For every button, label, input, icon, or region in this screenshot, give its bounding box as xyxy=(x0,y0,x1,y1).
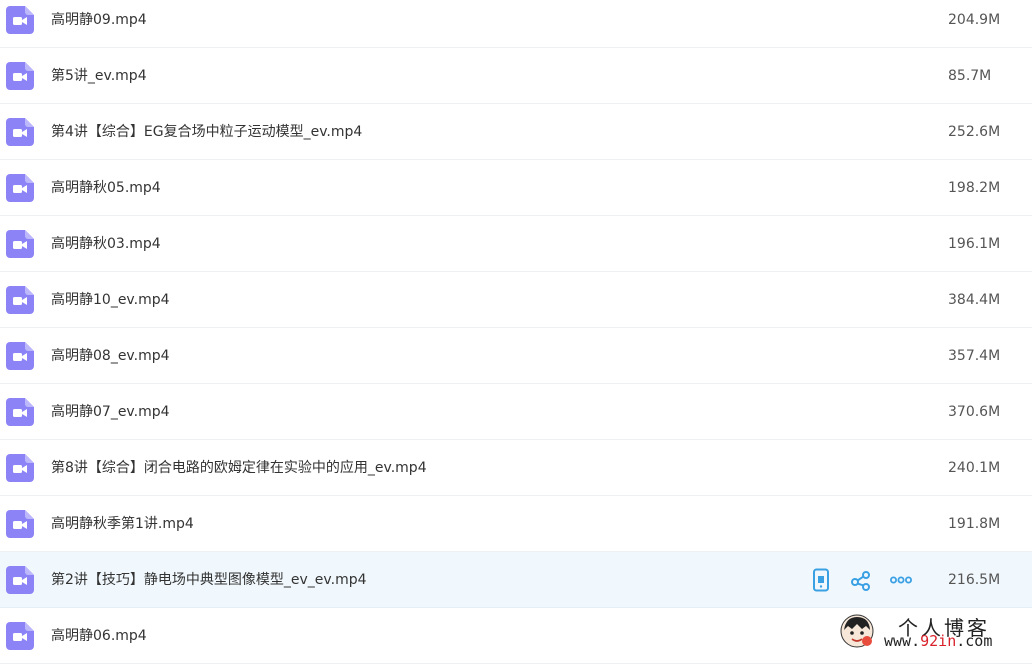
file-size: 191.8M xyxy=(948,516,1001,532)
share-icon[interactable] xyxy=(850,568,872,592)
file-row[interactable]: 第4讲【综合】EG复合场中粒子运动模型_ev.mp4 252.6M xyxy=(0,104,1032,160)
file-row[interactable]: 高明静07_ev.mp4 370.6M xyxy=(0,384,1032,440)
video-file-icon xyxy=(6,286,34,314)
file-size: 370.6M xyxy=(948,404,1001,420)
file-row[interactable]: 高明静08_ev.mp4 357.4M xyxy=(0,328,1032,384)
video-file-icon xyxy=(6,622,34,650)
file-size: 384.4M xyxy=(948,292,1001,308)
file-row[interactable]: 高明静09.mp4 204.9M xyxy=(0,0,1032,48)
file-name[interactable]: 第2讲【技巧】静电场中典型图像模型_ev_ev.mp4 xyxy=(51,552,367,608)
file-row[interactable]: 第8讲【综合】闭合电路的欧姆定律在实验中的应用_ev.mp4 240.1M xyxy=(0,440,1032,496)
file-name[interactable]: 高明静08_ev.mp4 xyxy=(51,328,170,384)
file-row[interactable]: 高明静秋05.mp4 198.2M xyxy=(0,160,1032,216)
file-name[interactable]: 高明静秋03.mp4 xyxy=(51,216,161,272)
file-name[interactable]: 高明静秋季第1讲.mp4 xyxy=(51,496,194,552)
file-name[interactable]: 第4讲【综合】EG复合场中粒子运动模型_ev.mp4 xyxy=(51,104,362,160)
file-name[interactable]: 高明静07_ev.mp4 xyxy=(51,384,170,440)
video-file-icon xyxy=(6,342,34,370)
file-name[interactable]: 第8讲【综合】闭合电路的欧姆定律在实验中的应用_ev.mp4 xyxy=(51,440,427,496)
file-size: 216.5M xyxy=(948,572,1001,588)
video-file-icon xyxy=(6,230,34,258)
file-name[interactable]: 高明静秋05.mp4 xyxy=(51,160,161,216)
video-file-icon xyxy=(6,454,34,482)
file-name[interactable]: 第5讲_ev.mp4 xyxy=(51,48,147,104)
watermark-url: www.92in.com xyxy=(884,632,993,650)
file-size: 252.6M xyxy=(948,124,1001,140)
video-file-icon xyxy=(6,174,34,202)
file-name[interactable]: 高明静06.mp4 xyxy=(51,608,147,664)
file-row[interactable]: 高明静秋03.mp4 196.1M xyxy=(0,216,1032,272)
avatar-logo-icon xyxy=(840,614,874,648)
file-size: 204.9M xyxy=(948,12,1001,28)
phone-icon[interactable] xyxy=(810,568,832,592)
file-name[interactable]: 高明静09.mp4 xyxy=(51,0,147,48)
file-size: 85.7M xyxy=(948,68,992,84)
video-file-icon xyxy=(6,398,34,426)
file-row[interactable]: 第5讲_ev.mp4 85.7M xyxy=(0,48,1032,104)
file-size: 240.1M xyxy=(948,460,1001,476)
video-file-icon xyxy=(6,62,34,90)
file-size: 198.2M xyxy=(948,180,1001,196)
file-size: 357.4M xyxy=(948,348,1001,364)
file-list: 高明静09.mp4 204.9M 第5讲_ev.mp4 85.7M 第4讲【综合】EG复… xyxy=(0,0,1032,664)
blog-watermark: 个人博客 www.92in.com xyxy=(838,612,1032,653)
file-size: 196.1M xyxy=(948,236,1001,252)
more-icon[interactable] xyxy=(890,568,912,592)
file-row[interactable]: 高明静秋季第1讲.mp4 191.8M xyxy=(0,496,1032,552)
video-file-icon xyxy=(6,566,34,594)
video-file-icon xyxy=(6,510,34,538)
video-file-icon xyxy=(6,118,34,146)
file-row[interactable]: 高明静10_ev.mp4 384.4M xyxy=(0,272,1032,328)
file-name[interactable]: 高明静10_ev.mp4 xyxy=(51,272,170,328)
video-file-icon xyxy=(6,6,34,34)
file-row[interactable]: 第2讲【技巧】静电场中典型图像模型_ev_ev.mp4 216.5M xyxy=(0,552,1032,608)
